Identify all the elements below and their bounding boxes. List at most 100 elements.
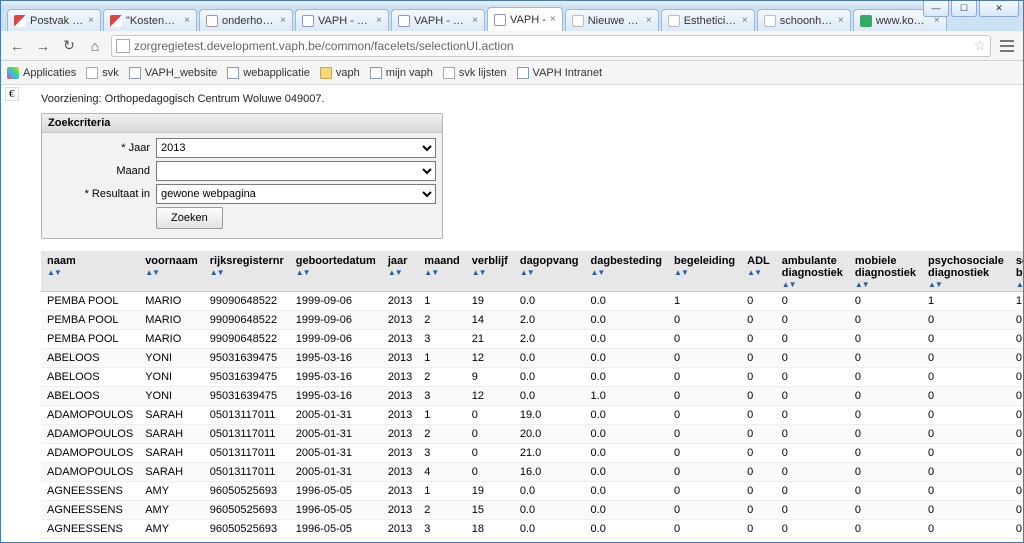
browser-tab[interactable]: VAPH - Hand × (295, 9, 389, 31)
tab-close-icon[interactable]: × (472, 15, 478, 26)
sort-arrows-icon[interactable]: ▲▼ (145, 269, 198, 277)
table-cell: 2 (418, 311, 465, 330)
browser-tab[interactable]: VAPH -× (487, 7, 563, 31)
tab-close-icon[interactable]: × (280, 15, 286, 26)
column-header[interactable]: naam▲▼ (41, 251, 139, 292)
tab-close-icon[interactable]: × (646, 15, 652, 26)
tab-title: www.kogge (876, 15, 930, 27)
sort-arrows-icon[interactable]: ▲▼ (388, 269, 412, 277)
window-minimize-button[interactable]: — (923, 1, 949, 17)
tab-close-icon[interactable]: × (184, 15, 190, 26)
table-cell: 0 (849, 349, 922, 368)
table-cell: 2013 (382, 501, 418, 520)
sort-arrows-icon[interactable]: ▲▼ (855, 281, 916, 289)
sort-arrows-icon[interactable]: ▲▼ (47, 269, 133, 277)
table-cell: 20.0 (514, 425, 585, 444)
address-bar[interactable]: ☆ (111, 35, 991, 57)
jaar-select[interactable]: 2013 (156, 138, 436, 158)
table-cell: 2013 (382, 330, 418, 349)
bookmarks-bar: Applicaties svk VAPH_website webapplicatie v… (1, 61, 1023, 85)
column-header[interactable]: som begeleidingen▲▼ (1010, 251, 1023, 292)
table-cell: 0 (668, 368, 741, 387)
table-cell: 0 (849, 330, 922, 349)
column-header[interactable]: maand▲▼ (418, 251, 465, 292)
bookmark-star-icon[interactable]: ☆ (973, 37, 986, 54)
tab-close-icon[interactable]: × (550, 14, 556, 25)
nav-reload-button[interactable]: ↻ (59, 36, 79, 56)
browser-tab[interactable]: schoonheids× (757, 9, 851, 31)
window-maximize-button[interactable]: ☐ (951, 1, 977, 17)
sort-arrows-icon[interactable]: ▲▼ (928, 281, 1004, 289)
table-row: ADAMOPOULOSSARAH050131170112005-01-31201… (41, 463, 1023, 482)
table-cell: 2013 (382, 292, 418, 311)
browser-toolbar: ← → ↻ ⌂ ☆ (1, 31, 1023, 61)
tab-title: Postvak IN ( (30, 15, 84, 27)
bookmark-item[interactable]: svk (86, 67, 119, 79)
browser-tab[interactable]: VAPH - Wijz× (391, 9, 485, 31)
browser-tab[interactable]: "Kostenstat× (103, 9, 197, 31)
column-header[interactable]: jaar▲▼ (382, 251, 418, 292)
maand-select[interactable] (156, 161, 436, 181)
tab-favicon (764, 15, 776, 27)
table-cell: 0.0 (514, 501, 585, 520)
bookmark-item[interactable]: VAPH_website (129, 67, 218, 79)
sort-arrows-icon[interactable]: ▲▼ (591, 269, 663, 277)
browser-tab[interactable]: Nieuwe 1 € t× (565, 9, 659, 31)
bookmark-item[interactable]: Applicaties (7, 67, 76, 79)
nav-back-button[interactable]: ← (7, 36, 27, 56)
tab-close-icon[interactable]: × (376, 15, 382, 26)
table-cell: ADAMOPOULOS (41, 406, 139, 425)
table-cell: 0 (1010, 330, 1023, 349)
column-header[interactable]: mobiele diagnostiek▲▼ (849, 251, 922, 292)
column-header[interactable]: geboortedatum▲▼ (290, 251, 382, 292)
sort-arrows-icon[interactable]: ▲▼ (424, 269, 459, 277)
table-cell: 2013 (382, 425, 418, 444)
sort-arrows-icon[interactable]: ▲▼ (782, 281, 843, 289)
column-header[interactable]: ambulante diagnostiek▲▼ (776, 251, 849, 292)
search-criteria-panel: Zoekcriteria * Jaar 2013 Maand * Resulta… (41, 113, 443, 239)
tab-title: VAPH - Hand (318, 15, 372, 27)
sort-arrows-icon[interactable]: ▲▼ (520, 269, 579, 277)
column-header[interactable]: verblijf▲▼ (466, 251, 514, 292)
zoeken-button[interactable]: Zoeken (156, 207, 223, 229)
address-input[interactable] (134, 39, 969, 53)
browser-tab[interactable]: Estheticienn× (661, 9, 755, 31)
column-header[interactable]: dagbesteding▲▼ (585, 251, 669, 292)
sort-arrows-icon[interactable]: ▲▼ (674, 269, 735, 277)
table-cell: 1999-09-06 (290, 292, 382, 311)
bookmark-item[interactable]: mijn vaph (370, 67, 433, 79)
table-cell: MARIO (139, 292, 204, 311)
bookmark-item[interactable]: VAPH Intranet (517, 67, 603, 79)
sort-arrows-icon[interactable]: ▲▼ (1016, 281, 1023, 289)
bookmark-item[interactable]: svk lijsten (443, 67, 507, 79)
column-header[interactable]: begeleiding▲▼ (668, 251, 741, 292)
browser-tab[interactable]: onderhouds× (199, 9, 293, 31)
tab-close-icon[interactable]: × (88, 15, 94, 26)
nav-home-button[interactable]: ⌂ (85, 36, 105, 56)
table-cell: 0 (741, 425, 776, 444)
column-header[interactable]: rijksregisternr▲▼ (204, 251, 290, 292)
sort-arrows-icon[interactable]: ▲▼ (472, 269, 508, 277)
window-close-button[interactable]: ✕ (979, 1, 1019, 17)
table-cell: 0 (741, 482, 776, 501)
sort-arrows-icon[interactable]: ▲▼ (296, 269, 376, 277)
column-header[interactable]: dagopvang▲▼ (514, 251, 585, 292)
column-header[interactable]: voornaam▲▼ (139, 251, 204, 292)
table-cell: 0 (1010, 425, 1023, 444)
table-cell: 1995-03-16 (290, 368, 382, 387)
resultaat-select[interactable]: gewone webpagina (156, 184, 436, 204)
column-header[interactable]: psychosociale diagnostiek▲▼ (922, 251, 1010, 292)
bookmark-item[interactable]: webapplicatie (227, 67, 310, 79)
table-cell: 0 (922, 387, 1010, 406)
table-cell: 0 (776, 520, 849, 539)
column-header[interactable]: ADL▲▼ (741, 251, 776, 292)
browser-tab[interactable]: Postvak IN ( × (7, 9, 101, 31)
search-criteria-title: Zoekcriteria (42, 114, 442, 133)
chrome-menu-button[interactable] (997, 40, 1017, 52)
sort-arrows-icon[interactable]: ▲▼ (210, 269, 284, 277)
sort-arrows-icon[interactable]: ▲▼ (747, 269, 770, 277)
bookmark-item[interactable]: vaph (320, 67, 360, 79)
tab-close-icon[interactable]: × (742, 15, 748, 26)
nav-forward-button[interactable]: → (33, 36, 53, 56)
tab-close-icon[interactable]: × (838, 15, 844, 26)
